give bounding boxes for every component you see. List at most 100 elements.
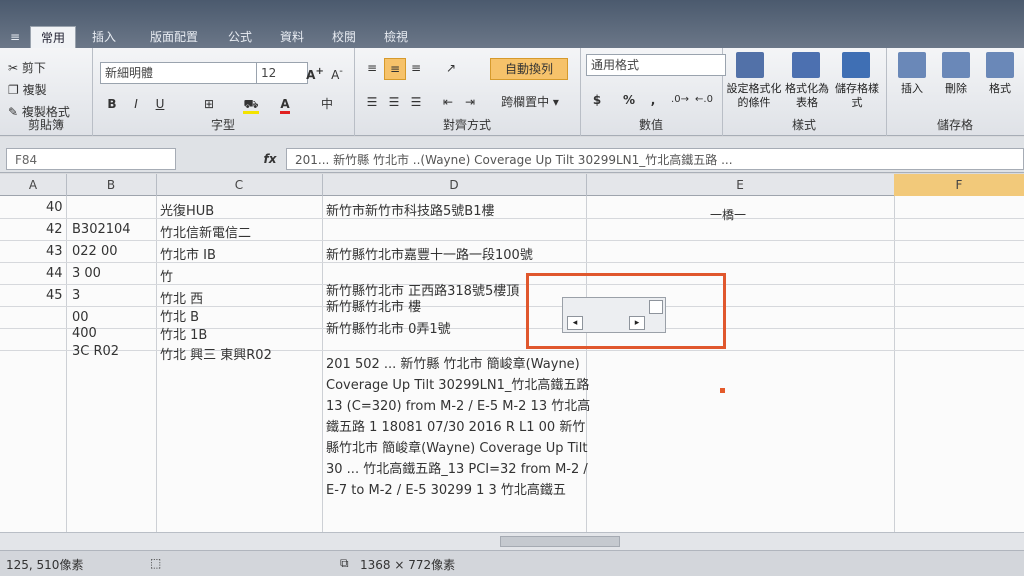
increase-decimal-button[interactable]: .0→ (670, 90, 690, 110)
cell-d-row7[interactable]: 新竹縣竹北市 0弄1號 (326, 318, 451, 337)
tab-page-layout[interactable]: 版面配置 (140, 26, 208, 48)
cell-d-row6[interactable]: 新竹縣竹北市 樓 (326, 296, 421, 315)
format-cells-button[interactable]: 格式 (980, 82, 1020, 96)
merge-center-button[interactable]: 跨欄置中 ▾ (488, 92, 572, 112)
comma-style-button[interactable]: , (646, 90, 660, 110)
cells-group-label: 儲存格 (936, 118, 973, 132)
copy-icon: ❐ (8, 83, 19, 97)
clipboard-group: ✂ 剪下 ❐ 複製 ✎ 複製格式 剪貼簿 (0, 48, 93, 136)
copy-button[interactable]: ❐ 複製 (8, 80, 88, 100)
paint-bucket-icon: ⛟ (243, 97, 259, 114)
cell-b-row8[interactable]: 3C R02 (72, 344, 119, 359)
cut-button[interactable]: ✂ 剪下 (8, 58, 88, 78)
ribbon-tab-bar: ≡ 常用 插入 版面配置 公式 資料 校閱 檢視 (0, 0, 1024, 49)
file-menu-button[interactable]: ≡ (0, 26, 30, 48)
scroll-left-arrow-icon[interactable]: ◂ (567, 316, 583, 330)
column-header-row: A B C D E F (0, 174, 1024, 196)
delete-cells-button[interactable]: 刪除 (936, 82, 976, 96)
cell-c-row1[interactable]: 光復HUB (160, 200, 214, 219)
align-bottom-button[interactable]: ≡ (406, 58, 426, 78)
scroll-right-arrow-icon[interactable]: ▸ (629, 316, 645, 330)
currency-button[interactable]: $ (588, 90, 606, 110)
orientation-button[interactable]: ↗ (438, 58, 464, 78)
align-middle-button[interactable]: ≡ (384, 58, 406, 80)
font-color-button[interactable]: A (272, 94, 298, 114)
cell-d-row1[interactable]: 新竹市新竹市科技路5號B1樓 (326, 200, 494, 219)
column-header-a[interactable]: A (0, 174, 67, 196)
cell-a-row3[interactable]: 43 (46, 244, 63, 259)
wrap-text-button[interactable]: 自動換列 (490, 58, 568, 80)
scrollbar-thumb[interactable] (500, 536, 620, 547)
number-format-select[interactable]: 通用格式 (586, 54, 726, 76)
align-right-button[interactable]: ☰ (406, 92, 426, 112)
align-middle-icon: ≡ (389, 62, 401, 76)
align-center-button[interactable]: ☰ (384, 92, 404, 112)
column-header-d[interactable]: D (322, 174, 587, 196)
tab-home[interactable]: 常用 (30, 26, 77, 49)
cell-a-row5[interactable]: 45 (46, 288, 63, 303)
align-top-icon: ≡ (366, 61, 378, 75)
horizontal-scrollbar[interactable] (0, 532, 1024, 550)
decrease-indent-icon: ⇤ (442, 95, 454, 109)
shrink-font-button[interactable]: A- (328, 62, 346, 82)
increase-indent-button[interactable]: ⇥ (460, 92, 480, 112)
cell-b-row5[interactable]: 3 (72, 288, 80, 303)
italic-button[interactable]: I (128, 94, 144, 114)
resize-handle-icon[interactable] (649, 300, 663, 314)
cell-a-row4[interactable]: 44 (46, 266, 63, 281)
cell-a-row2[interactable]: 42 (46, 222, 63, 237)
cell-c-row3[interactable]: 竹北市 IB (160, 244, 216, 263)
image-size-icon: ⧉ (340, 556, 349, 570)
column-header-e[interactable]: E (586, 174, 895, 196)
cell-b-row6[interactable]: 00 (72, 310, 89, 325)
align-left-button[interactable]: ☰ (362, 92, 382, 112)
insert-function-button[interactable]: fx (258, 148, 282, 170)
cell-e-note[interactable]: 一橋一 (710, 206, 746, 223)
align-center-icon: ☰ (388, 95, 400, 109)
bold-button[interactable]: B (104, 94, 120, 114)
cell-b-row4[interactable]: 3 00 (72, 266, 101, 281)
tab-data[interactable]: 資料 (270, 26, 314, 48)
decrease-indent-button[interactable]: ⇤ (438, 92, 458, 112)
cell-c-row8[interactable]: 竹北 興三 東興R02 (160, 344, 272, 363)
name-box[interactable]: F84 (6, 148, 176, 170)
column-header-b[interactable]: B (66, 174, 157, 196)
borders-button[interactable]: ⊞ (196, 94, 222, 114)
tab-review[interactable]: 校閱 (322, 26, 366, 48)
conditional-formatting-button[interactable]: 設定格式化的條件 (724, 82, 784, 110)
cell-c-row4[interactable]: 竹 (160, 266, 173, 285)
column-header-c[interactable]: C (156, 174, 323, 196)
cell-d-wrapped-text[interactable]: 201 502 ... 新竹縣 竹北市 簡峻章(Wayne) Coverage … (326, 354, 594, 501)
decrease-decimal-button[interactable]: ←.0 (694, 90, 714, 110)
fill-color-button[interactable]: ⛟ (238, 94, 264, 114)
cell-b-row3[interactable]: 022 00 (72, 244, 118, 259)
font-name-select[interactable]: 新細明體 (100, 62, 260, 84)
font-size-select[interactable]: 12 (256, 62, 308, 84)
format-as-table-button[interactable]: 格式化為表格 (782, 82, 832, 110)
tab-insert[interactable]: 插入 (82, 26, 126, 48)
increase-decimal-icon: .0→ (671, 94, 689, 105)
mini-scrollbar-control[interactable]: ◂ ▸ (562, 297, 666, 333)
underline-button[interactable]: U (152, 94, 168, 114)
font-group-label: 字型 (210, 118, 235, 132)
column-header-f[interactable]: F (894, 174, 1024, 196)
grow-font-button[interactable]: A+ (306, 62, 324, 82)
phonetic-button[interactable]: 中 (312, 94, 342, 114)
formula-input[interactable]: 201... 新竹縣 竹北市 ..(Wayne) Coverage Up Til… (286, 148, 1024, 170)
cell-b-row2[interactable]: B302104 (72, 222, 131, 237)
cell-c-row5[interactable]: 竹北 西 (160, 288, 203, 307)
cell-a-row1[interactable]: 40 (46, 200, 63, 215)
cell-c-row6[interactable]: 竹北 B (160, 306, 199, 325)
align-top-button[interactable]: ≡ (362, 58, 382, 78)
worksheet-grid[interactable]: 40 光復HUB 新竹市新竹市科技路5號B1樓 42 B302104 竹北信新電… (0, 196, 1024, 532)
insert-cells-button[interactable]: 插入 (892, 82, 932, 96)
tab-view[interactable]: 檢視 (374, 26, 418, 48)
cell-d-row3[interactable]: 新竹縣竹北市嘉豐十一路一段100號 (326, 244, 533, 263)
tab-formulas[interactable]: 公式 (218, 26, 262, 48)
cell-b-row7[interactable]: 400 (72, 326, 97, 341)
selection-icon: ⬚ (150, 556, 162, 570)
cell-c-row2[interactable]: 竹北信新電信二 (160, 222, 251, 241)
percent-button[interactable]: % (620, 90, 638, 110)
cell-c-row7[interactable]: 竹北 1B (160, 324, 207, 343)
cell-styles-button[interactable]: 儲存格樣式 (834, 82, 880, 110)
